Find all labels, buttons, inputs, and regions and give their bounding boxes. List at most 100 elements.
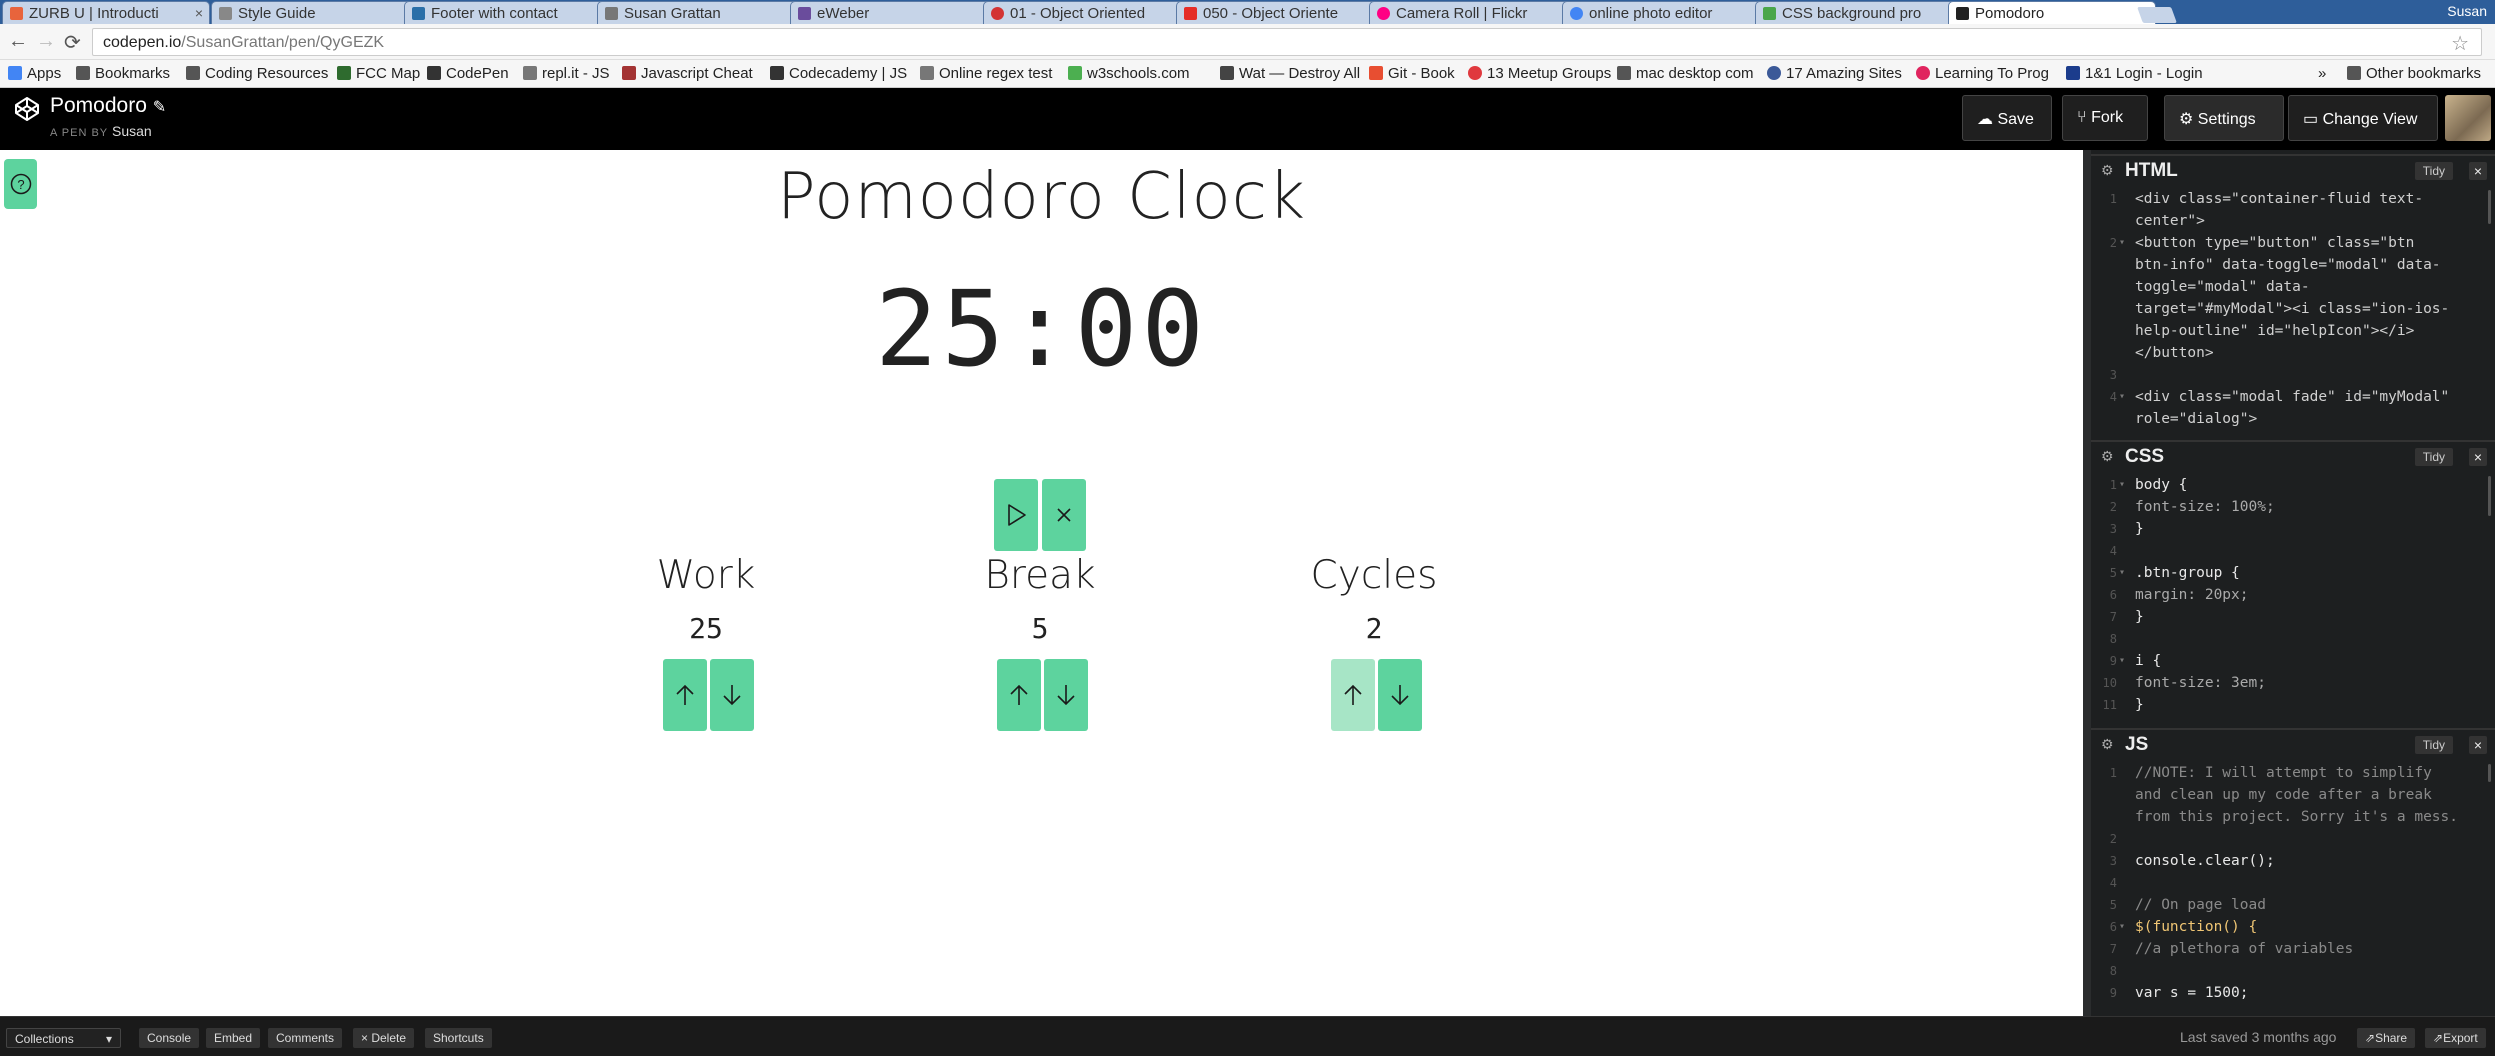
- break-decrease-button[interactable]: [1044, 659, 1088, 731]
- close-icon[interactable]: ×: [2469, 736, 2487, 754]
- tab-favicon-icon: [1570, 7, 1583, 20]
- html-code[interactable]: 1 <div class="container-fluid text- cente…: [2091, 188, 2495, 430]
- bookmark-link[interactable]: repl.it - JS: [523, 65, 610, 82]
- gear-icon[interactable]: ⚙: [2101, 162, 2114, 179]
- tidy-button[interactable]: Tidy: [2414, 162, 2453, 180]
- browser-tab[interactable]: eWeber×: [790, 1, 998, 24]
- work-decrease-button[interactable]: [710, 659, 754, 731]
- scrollbar[interactable]: [2488, 190, 2491, 224]
- browser-tab[interactable]: online photo editor×: [1562, 1, 1770, 24]
- browser-tab-active[interactable]: Pomodoro×: [1948, 1, 2156, 24]
- css-code[interactable]: 1 ▾ body { 2 font-size: 100%; 3} 4 5 ▾ .btn-…: [2091, 474, 2495, 716]
- save-button[interactable]: ☁ Save: [1962, 95, 2052, 141]
- browser-tab[interactable]: Camera Roll | Flickr×: [1369, 1, 1577, 24]
- browser-tab[interactable]: ZURB U | Introducti ×: [2, 1, 210, 24]
- bookmark-link[interactable]: 13 Meetup Groups: [1468, 65, 1611, 82]
- edit-pencil-icon[interactable]: ✎: [153, 99, 166, 116]
- gear-icon[interactable]: ⚙: [2101, 448, 2114, 465]
- profile-name[interactable]: Susan: [2447, 3, 2487, 19]
- bookmark-link[interactable]: FCC Map: [337, 65, 420, 82]
- back-arrow-icon[interactable]: ←: [8, 30, 28, 53]
- code-line: 1 ▾ body {: [2109, 477, 2188, 493]
- shortcuts-button[interactable]: Shortcuts: [425, 1028, 492, 1048]
- embed-button[interactable]: Embed: [206, 1028, 261, 1048]
- codecademy-icon: [770, 66, 784, 80]
- browser-tab[interactable]: 01 - Object Oriented×: [983, 1, 1191, 24]
- new-tab-button[interactable]: [2137, 7, 2177, 23]
- pen-title[interactable]: Pomodoro ✎: [50, 94, 166, 118]
- browser-tab[interactable]: CSS background pro×: [1755, 1, 1963, 24]
- forward-arrow-icon[interactable]: →: [36, 30, 56, 53]
- play-button[interactable]: [994, 479, 1038, 551]
- console-button[interactable]: Console: [139, 1028, 200, 1048]
- code-line: 4: [2109, 544, 2117, 558]
- bookmark-link[interactable]: Git - Book: [1369, 65, 1455, 82]
- bookmark-apps[interactable]: Apps: [8, 65, 61, 82]
- close-icon[interactable]: ×: [2469, 448, 2487, 466]
- share-icon: ⇗: [2365, 1031, 2376, 1045]
- bookmark-link[interactable]: w3schools.com: [1068, 65, 1190, 82]
- export-button[interactable]: ⇗Export: [2425, 1028, 2486, 1048]
- git-icon: [1369, 66, 1383, 80]
- scrollbar[interactable]: [2488, 476, 2491, 516]
- bookmark-link[interactable]: CodePen: [427, 65, 509, 82]
- cycles-increase-button[interactable]: [1331, 659, 1375, 731]
- settings-button[interactable]: ⚙ Settings: [2164, 95, 2284, 141]
- reset-button[interactable]: [1042, 479, 1086, 551]
- work-increase-button[interactable]: [663, 659, 707, 731]
- close-x-icon: [1057, 508, 1071, 522]
- close-icon[interactable]: ×: [2469, 162, 2487, 180]
- address-bar[interactable]: codepen.io/SusanGrattan/pen/QyGEZK ☆: [92, 28, 2482, 56]
- bookmark-link[interactable]: Online regex test: [920, 65, 1052, 82]
- browser-tab[interactable]: Style Guide×: [211, 1, 419, 24]
- editor-column: ⚙ HTML Tidy × 1 <div class="container-flu…: [2083, 150, 2495, 1016]
- user-avatar[interactable]: [2445, 95, 2491, 141]
- bookmark-link[interactable]: 1&1 Login - Login: [2066, 65, 2203, 82]
- tidy-button[interactable]: Tidy: [2414, 448, 2453, 466]
- code-line: 7}: [2109, 609, 2144, 625]
- codepen-logo-icon[interactable]: [14, 96, 40, 127]
- codepen-icon: [427, 66, 441, 80]
- code-line: 1 <div class="container-fluid text-: [2109, 191, 2424, 207]
- cycles-decrease-button[interactable]: [1378, 659, 1422, 731]
- fcc-icon: [337, 66, 351, 80]
- tab-favicon-icon: [605, 7, 618, 20]
- reload-icon[interactable]: ⟳: [64, 30, 81, 55]
- bookmarks-overflow-icon[interactable]: »: [2318, 65, 2326, 82]
- browser-tab[interactable]: Susan Grattan×: [597, 1, 805, 24]
- tab-close-icon[interactable]: ×: [195, 5, 203, 21]
- delete-button[interactable]: × Delete: [353, 1028, 415, 1048]
- browser-tab[interactable]: 050 - Object Oriente×: [1176, 1, 1384, 24]
- share-button[interactable]: ⇗Share: [2357, 1028, 2416, 1048]
- bookmark-link[interactable]: Learning To Prog: [1916, 65, 2049, 82]
- code-line: 10 font-size: 3em;: [2102, 675, 2266, 691]
- fork-button[interactable]: ⑂ Fork: [2062, 95, 2148, 141]
- bookmark-link[interactable]: Codecademy | JS: [770, 65, 907, 82]
- change-view-button[interactable]: ▭ Change View: [2288, 95, 2438, 141]
- bookmark-link[interactable]: Javascript Cheat: [622, 65, 753, 82]
- bookmark-link[interactable]: 17 Amazing Sites: [1767, 65, 1902, 82]
- code-line: 3: [2109, 368, 2117, 382]
- bookmark-link[interactable]: mac desktop com: [1617, 65, 1754, 82]
- bookmark-link[interactable]: Wat — Destroy All: [1220, 65, 1360, 82]
- css-panel-header: ⚙ CSS Tidy ×: [2091, 440, 2495, 470]
- gear-icon[interactable]: ⚙: [2101, 736, 2114, 753]
- collections-dropdown[interactable]: Collections ▾: [6, 1028, 121, 1048]
- comments-button[interactable]: Comments: [268, 1028, 343, 1048]
- browser-tab[interactable]: Footer with contact×: [404, 1, 612, 24]
- code-line: from this project. Sorry it's a mess.: [2135, 809, 2459, 825]
- tidy-button[interactable]: Tidy: [2414, 736, 2453, 754]
- folder-icon: [186, 66, 200, 80]
- code-line: 9 ▾ i {: [2109, 653, 2162, 669]
- preview-pane: ? Pomodoro Clock 25:00 Work 25 Break 5 C…: [0, 150, 2083, 1016]
- js-code[interactable]: 1//NOTE: I will attempt to simplify and …: [2091, 762, 2495, 1004]
- bookmark-bookmarks[interactable]: Bookmarks: [76, 65, 170, 82]
- bookmark-star-icon[interactable]: ☆: [2451, 31, 2469, 56]
- browser-toolbar: ← → ⟳ codepen.io/SusanGrattan/pen/QyGEZK…: [0, 24, 2495, 60]
- bookmark-folder[interactable]: Coding Resources: [186, 65, 328, 82]
- browser-tab-strip: ZURB U | Introducti× Style Guide× Footer…: [0, 0, 2495, 24]
- scrollbar[interactable]: [2488, 764, 2491, 782]
- author-link[interactable]: Susan: [112, 123, 152, 139]
- break-increase-button[interactable]: [997, 659, 1041, 731]
- bookmark-other[interactable]: Other bookmarks: [2347, 65, 2481, 82]
